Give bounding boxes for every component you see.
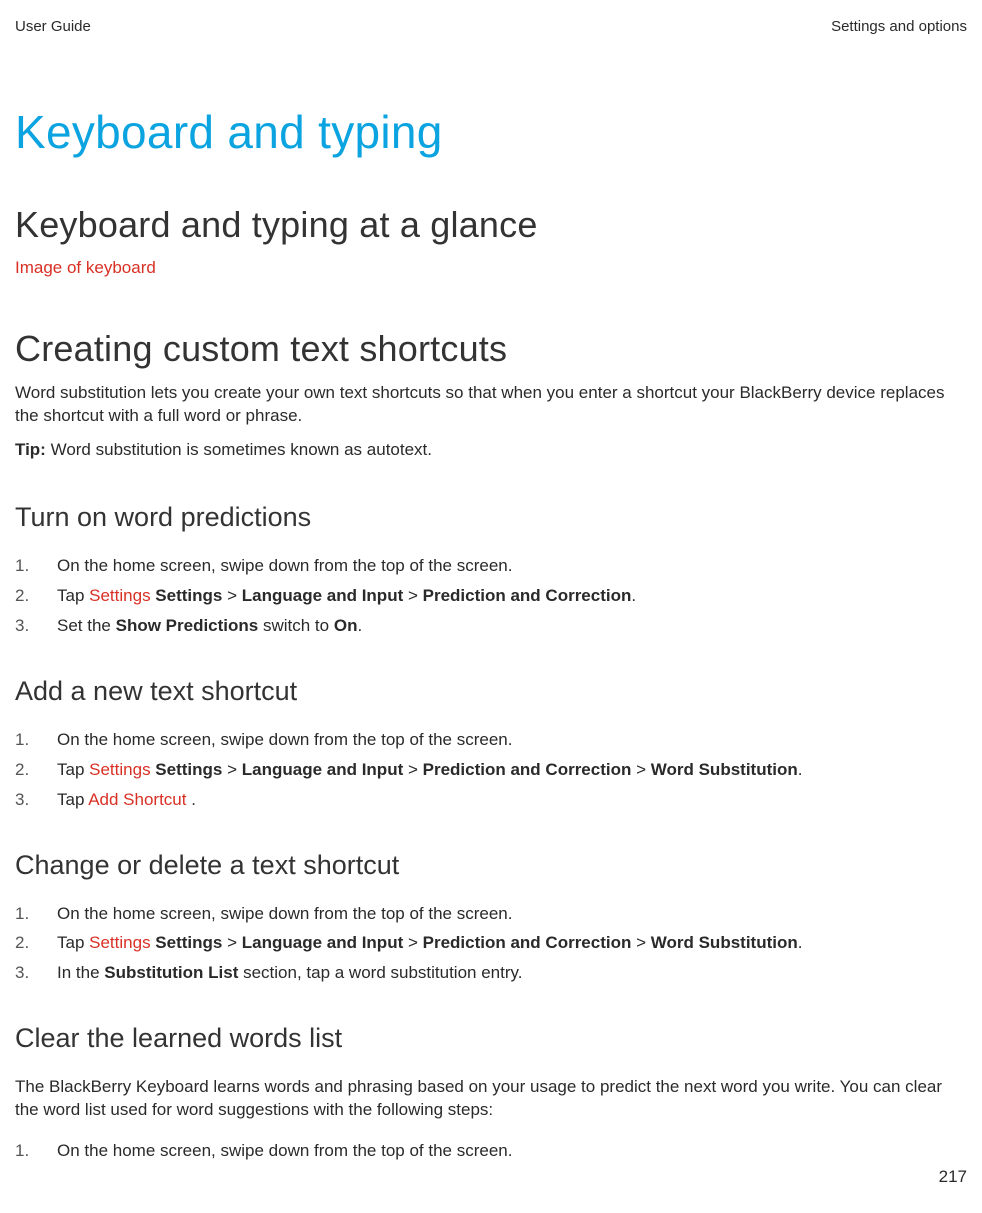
add-step-2: Tap Settings Settings > Language and Inp… bbox=[15, 759, 967, 782]
header-left-text: User Guide bbox=[15, 18, 91, 35]
change-step-3: In the Substitution List section, tap a … bbox=[15, 962, 967, 985]
settings-icon: Settings bbox=[89, 933, 150, 952]
add-shortcut-icon: Add Shortcut bbox=[88, 790, 186, 809]
predictions-step-1: On the home screen, swipe down from the … bbox=[15, 555, 967, 578]
clear-words-h3: Clear the learned words list bbox=[15, 1023, 967, 1054]
shortcuts-tip-text: Tip: Word substitution is sometimes know… bbox=[15, 440, 967, 460]
page-title-h1: Keyboard and typing bbox=[15, 105, 967, 159]
predictions-step-3: Set the Show Predictions switch to On. bbox=[15, 615, 967, 638]
clear-step-1: On the home screen, swipe down from the … bbox=[15, 1140, 967, 1163]
add-step-3: Tap Add Shortcut . bbox=[15, 789, 967, 812]
settings-icon: Settings bbox=[89, 760, 150, 779]
tip-body: Word substitution is sometimes known as … bbox=[46, 440, 432, 459]
keyboard-image-placeholder: Image of keyboard bbox=[15, 258, 967, 278]
predictions-step-2: Tap Settings Settings > Language and Inp… bbox=[15, 585, 967, 608]
page-number: 217 bbox=[939, 1167, 967, 1187]
change-shortcut-h3: Change or delete a text shortcut bbox=[15, 850, 967, 881]
settings-icon: Settings bbox=[89, 586, 150, 605]
change-shortcut-steps: On the home screen, swipe down from the … bbox=[15, 903, 967, 986]
section-glance-h2: Keyboard and typing at a glance bbox=[15, 204, 967, 246]
header-right-text: Settings and options bbox=[831, 18, 967, 35]
clear-words-intro: The BlackBerry Keyboard learns words and… bbox=[15, 1076, 967, 1122]
change-step-1: On the home screen, swipe down from the … bbox=[15, 903, 967, 926]
predictions-h3: Turn on word predictions bbox=[15, 502, 967, 533]
shortcuts-intro-text: Word substitution lets you create your o… bbox=[15, 382, 967, 428]
predictions-steps: On the home screen, swipe down from the … bbox=[15, 555, 967, 638]
add-shortcut-h3: Add a new text shortcut bbox=[15, 676, 967, 707]
change-step-2: Tap Settings Settings > Language and Inp… bbox=[15, 932, 967, 955]
add-step-1: On the home screen, swipe down from the … bbox=[15, 729, 967, 752]
add-shortcut-steps: On the home screen, swipe down from the … bbox=[15, 729, 967, 812]
clear-words-steps: On the home screen, swipe down from the … bbox=[15, 1140, 967, 1163]
tip-label: Tip: bbox=[15, 440, 46, 459]
page-header: User Guide Settings and options bbox=[15, 18, 967, 35]
section-shortcuts-h2: Creating custom text shortcuts bbox=[15, 328, 967, 370]
